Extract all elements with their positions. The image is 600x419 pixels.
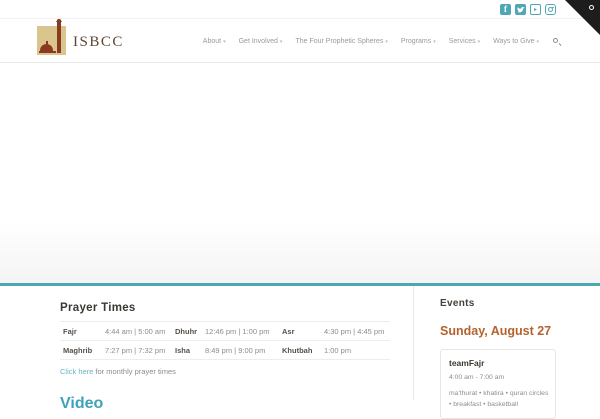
nav-label: Services <box>448 38 476 45</box>
youtube-icon[interactable]: ▸ <box>530 4 541 15</box>
prayer-time-dhuhr: 12:46 pm | 1:00 pm <box>205 326 270 336</box>
prayer-label-maghrib: Maghrib <box>63 345 93 355</box>
prayer-times-title: Prayer Times <box>60 302 136 314</box>
events-title: Events <box>440 298 475 309</box>
nav-label: Ways to Give <box>493 38 535 45</box>
logo-base <box>39 50 56 53</box>
prayer-label-isha: Isha <box>175 345 191 355</box>
column-divider <box>413 286 414 400</box>
prayer-label-dhuhr: Dhuhr <box>175 326 198 336</box>
logo-dome-finial <box>45 41 48 44</box>
left-column: Prayer Times Fajr 4:44 am | 5:00 am Dhuh… <box>60 286 390 413</box>
nav-item-about[interactable]: About ▾ <box>203 38 226 45</box>
mosque-logo-icon <box>37 17 66 55</box>
chevron-down-icon: ▾ <box>536 38 539 45</box>
nav-label: Get Involved <box>238 38 278 45</box>
video-section-title: Video <box>60 395 104 412</box>
chevron-down-icon: ▾ <box>385 38 388 45</box>
top-bar: f ▸ <box>0 0 600 19</box>
main-nav: About ▾ Get Involved ▾ The Four Propheti… <box>203 20 562 63</box>
facebook-glyph: f <box>504 4 507 14</box>
chevron-down-icon: ▾ <box>279 38 283 45</box>
nav-item-services[interactable]: Services ▾ <box>449 38 480 45</box>
nav-item-get-involved[interactable]: Get Involved ▾ <box>239 38 283 45</box>
hero-slider-empty <box>0 64 600 283</box>
event-time: 4:00 am - 7:00 am <box>449 374 505 381</box>
monthly-prayer-times-link[interactable]: Click here <box>60 367 93 376</box>
prayer-time-fajr: 4:44 am | 5:00 am <box>105 326 166 336</box>
nav-label: The Four Prophetic Spheres <box>295 38 384 45</box>
youtube-play-glyph: ▸ <box>533 6 537 13</box>
chevron-down-icon: ▾ <box>433 38 436 45</box>
events-sidebar: Events Sunday, August 27 teamFajr 4:00 a… <box>440 286 556 419</box>
prayer-time-asr: 4:30 pm | 4:45 pm <box>324 326 385 336</box>
monthly-prayer-times-suffix: for monthly prayer times <box>93 367 176 376</box>
event-description: ma'thurat • khatira • quran circles • br… <box>449 390 549 409</box>
search-lens <box>553 37 558 43</box>
event-name: teamFajr <box>449 358 485 368</box>
monthly-prayer-times-line: Click here for monthly prayer times <box>60 367 390 376</box>
event-card-teamfajr[interactable]: teamFajr 4:00 am - 7:00 am ma'thurat • k… <box>440 349 556 419</box>
prayer-label-khutbah: Khutbah <box>282 345 313 355</box>
table-row: Fajr 4:44 am | 5:00 am Dhuhr 12:46 pm | … <box>60 321 390 340</box>
instagram-icon[interactable] <box>545 4 556 15</box>
site-logo[interactable]: ISBCC <box>37 17 124 55</box>
nav-label: About <box>202 38 222 45</box>
prayer-time-khutbah: 1:00 pm <box>324 345 352 355</box>
prayer-times-table: Fajr 4:44 am | 5:00 am Dhuhr 12:46 pm | … <box>60 321 390 360</box>
chevron-down-icon: ▾ <box>223 38 226 45</box>
prayer-label-asr: Asr <box>282 326 295 336</box>
logo-text: ISBCC <box>73 34 124 50</box>
corner-settings-ribbon[interactable] <box>565 0 600 35</box>
site-header: ISBCC About ▾ Get Involved ▾ The Four Pr… <box>0 17 600 63</box>
table-row: Maghrib 7:27 pm | 7:32 pm Isha 8:49 pm |… <box>60 340 390 360</box>
logo-minaret <box>57 22 61 53</box>
facebook-icon[interactable]: f <box>500 4 511 15</box>
nav-item-four-prophetic-spheres[interactable]: The Four Prophetic Spheres ▾ <box>295 38 387 45</box>
social-links: f ▸ <box>500 4 556 15</box>
main-content: Prayer Times Fajr 4:44 am | 5:00 am Dhuh… <box>0 286 600 419</box>
prayer-time-isha: 8:49 pm | 9:00 pm <box>205 345 266 355</box>
prayer-time-maghrib: 7:27 pm | 7:32 pm <box>105 345 166 355</box>
gear-icon <box>589 5 594 10</box>
instagram-dot-glyph <box>552 6 554 8</box>
twitter-icon[interactable] <box>515 4 526 15</box>
nav-label: Programs <box>400 38 432 45</box>
nav-item-programs[interactable]: Programs ▾ <box>401 38 436 45</box>
prayer-label-fajr: Fajr <box>63 326 77 336</box>
chevron-down-icon: ▾ <box>477 38 481 45</box>
search-icon[interactable] <box>552 37 562 47</box>
twitter-bird-glyph <box>516 6 525 12</box>
nav-item-ways-to-give[interactable]: Ways to Give ▾ <box>493 38 539 45</box>
events-date-heading: Sunday, August 27 <box>440 324 552 338</box>
search-handle <box>558 43 561 46</box>
